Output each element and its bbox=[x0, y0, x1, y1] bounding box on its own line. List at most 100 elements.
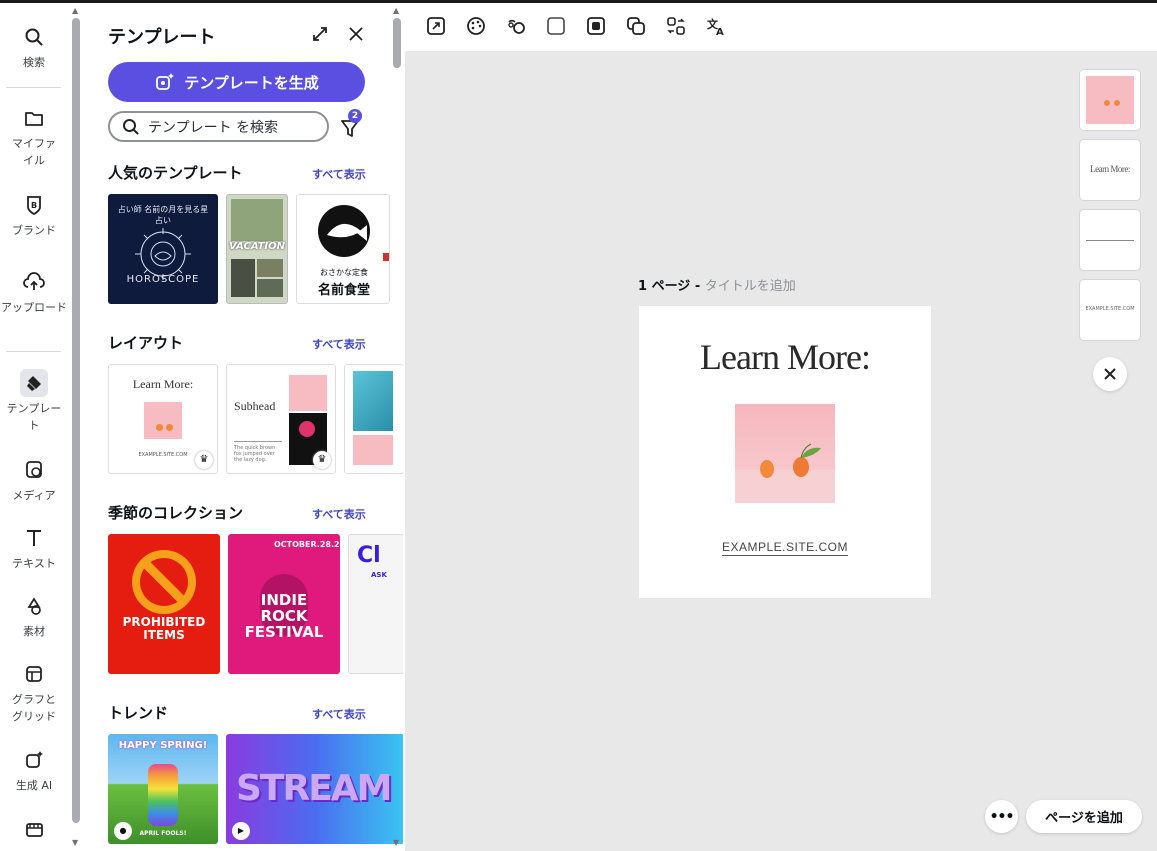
template-thumb-ask[interactable]: Cl ASK bbox=[348, 534, 403, 674]
panel-scroll-down-arrow[interactable]: ▼ bbox=[393, 838, 399, 847]
templates-icon bbox=[20, 369, 48, 397]
horoscope-text: HOROSCOPE bbox=[126, 274, 200, 285]
template-search-input[interactable]: テンプレート を検索 bbox=[108, 111, 329, 142]
peach-photo bbox=[353, 435, 393, 465]
rail-media-label: メディア bbox=[12, 489, 56, 502]
search-placeholder: テンプレート を検索 bbox=[148, 119, 279, 136]
fish-logo bbox=[318, 205, 370, 257]
template-thumb-spring[interactable]: HAPPY SPRING! APRIL FOOLS! ● bbox=[108, 734, 218, 844]
left-rail: 検索 マイファイル B ブランド アップロード テンプレート メディア テキスト… bbox=[0, 3, 68, 851]
video-icon bbox=[26, 823, 43, 837]
panel-scroll-up-arrow[interactable]: ▲ bbox=[393, 6, 399, 15]
restaurant-sub-text: おさかな定食 bbox=[320, 268, 368, 277]
svg-text:B: B bbox=[31, 201, 37, 210]
rail-templates[interactable]: テンプレート bbox=[0, 369, 68, 434]
see-all-trend-link[interactable]: すべて表示 bbox=[312, 706, 366, 722]
templates-panel: テンプレート テンプレートを生成 テンプレート を検索 2 人気のテンプレート … bbox=[90, 3, 403, 851]
design-canvas: 1 ページ - タイトルを追加 Learn More: EXAMPLE.SITE… bbox=[405, 51, 1157, 851]
duplicate-icon[interactable] bbox=[625, 15, 647, 37]
add-page-button[interactable]: ページを追加 bbox=[1026, 800, 1142, 833]
ask-text: ASK bbox=[371, 571, 387, 579]
layout1-photo bbox=[144, 402, 182, 439]
rail-scrollbar[interactable] bbox=[72, 18, 80, 823]
rail-text[interactable]: テキスト bbox=[0, 524, 68, 572]
template-thumb-horoscope[interactable]: 占い師 名前の月を見る星占い HOROSCOPE bbox=[108, 194, 218, 304]
layout-thumb-learn-more[interactable]: Learn More: EXAMPLE.SITE.COM ♛ bbox=[108, 364, 218, 474]
rail-graphs[interactable]: グラフとグリッド bbox=[0, 660, 68, 725]
page-thumbnail-2[interactable]: Learn More: bbox=[1079, 139, 1141, 201]
thumbnail-url: EXAMPLE.SITE.COM bbox=[1085, 306, 1135, 312]
rail-search[interactable]: 検索 bbox=[0, 23, 68, 71]
panel-title: テンプレート bbox=[108, 27, 216, 48]
section-popular-title: 人気のテンプレート bbox=[108, 164, 243, 182]
peach-photo[interactable] bbox=[735, 404, 835, 503]
rail-elements-label: 素材 bbox=[23, 625, 45, 638]
translate-icon[interactable]: 文A bbox=[705, 15, 727, 37]
expand-button[interactable] bbox=[308, 22, 332, 46]
rail-myfiles[interactable]: マイファイル bbox=[0, 104, 68, 169]
rail-divider bbox=[6, 87, 61, 88]
website-url-text[interactable]: EXAMPLE.SITE.COM bbox=[639, 540, 931, 556]
rail-brand[interactable]: B ブランド bbox=[0, 191, 68, 239]
close-thumbnails-button[interactable] bbox=[1093, 357, 1127, 391]
rail-templates-label: テンプレート bbox=[6, 402, 62, 432]
red-stamp bbox=[383, 253, 389, 261]
template-thumb-indie-rock[interactable]: OCTOBER.28.2090 INDIE ROCK FESTIVAL bbox=[228, 534, 340, 674]
palette-icon[interactable] bbox=[465, 15, 487, 37]
svg-text:A: A bbox=[716, 27, 724, 37]
learn-more-heading[interactable]: Learn More: bbox=[639, 336, 931, 378]
see-all-layout-link[interactable]: すべて表示 bbox=[312, 336, 366, 352]
premium-crown-icon: ♛ bbox=[195, 451, 213, 469]
page-thumbnail-3[interactable] bbox=[1079, 209, 1141, 271]
vacation-photo bbox=[257, 279, 283, 297]
close-panel-button[interactable] bbox=[344, 22, 368, 46]
layout2-title: Subhead bbox=[234, 399, 276, 413]
rainbow-character bbox=[148, 764, 178, 826]
design-page[interactable]: Learn More: EXAMPLE.SITE.COM bbox=[639, 306, 931, 598]
rail-ai-label: 生成 AI bbox=[15, 779, 53, 792]
see-all-seasonal-link[interactable]: すべて表示 bbox=[312, 506, 366, 522]
template-thumb-restaurant[interactable]: おさかな定食 名前食堂 bbox=[296, 194, 390, 304]
brand-icon: B bbox=[27, 196, 41, 216]
rail-upload-label: アップロード bbox=[1, 301, 67, 314]
rail-scroll-up-arrow[interactable]: ▲ bbox=[72, 6, 78, 15]
more-options-button[interactable]: ••• bbox=[985, 800, 1018, 833]
page-thumbnail-1[interactable] bbox=[1079, 69, 1141, 131]
layout1-title: Learn More: bbox=[132, 377, 194, 391]
template-thumb-stream[interactable]: STREAM ▶ bbox=[226, 734, 403, 844]
swap-icon[interactable] bbox=[665, 15, 687, 37]
resize-icon[interactable] bbox=[425, 15, 447, 37]
magic-ai-icon bbox=[156, 73, 175, 90]
rail-elements[interactable]: 素材 bbox=[0, 592, 68, 640]
add-page-title-input[interactable]: タイトルを追加 bbox=[705, 279, 796, 294]
template-thumb-vacation[interactable]: VACATION bbox=[226, 194, 288, 304]
border-icon[interactable] bbox=[545, 15, 567, 37]
prohibited-sign-icon bbox=[132, 550, 196, 614]
folder-icon bbox=[25, 112, 43, 126]
play-icon: ▶ bbox=[232, 822, 250, 840]
layout-thumb-subhead[interactable]: Subhead The quick brown fox jumped over … bbox=[226, 364, 336, 474]
see-all-popular-link[interactable]: すべて表示 bbox=[312, 166, 366, 182]
animation-icon: ● bbox=[114, 822, 132, 840]
section-layout-title: レイアウト bbox=[108, 334, 184, 352]
crop-icon[interactable] bbox=[585, 15, 607, 37]
rail-ai[interactable]: 生成 AI bbox=[0, 746, 68, 794]
rail-divider bbox=[6, 351, 61, 352]
rail-scroll-down-arrow[interactable]: ▼ bbox=[72, 838, 78, 847]
close-icon bbox=[1104, 368, 1116, 380]
more-dots-icon: ••• bbox=[989, 808, 1015, 825]
animate-icon[interactable] bbox=[505, 15, 527, 37]
template-thumb-prohibited[interactable]: PROHIBITED ITEMS bbox=[108, 534, 220, 674]
rail-search-label: 検索 bbox=[23, 56, 45, 69]
page-thumbnail-4[interactable]: EXAMPLE.SITE.COM bbox=[1079, 279, 1141, 341]
generate-template-label: テンプレートを生成 bbox=[184, 73, 319, 92]
panel-scrollbar[interactable] bbox=[393, 18, 401, 68]
section-seasonal-title: 季節のコレクション bbox=[108, 504, 244, 522]
layout-thumb-ocean[interactable] bbox=[344, 364, 403, 474]
rail-more[interactable] bbox=[0, 815, 68, 846]
generate-template-button[interactable]: テンプレートを生成 bbox=[108, 62, 365, 102]
vacation-photo bbox=[231, 199, 283, 241]
rail-upload[interactable]: アップロード bbox=[0, 268, 68, 316]
rail-media[interactable]: メディア bbox=[0, 456, 68, 504]
thumbnail-line bbox=[1086, 240, 1134, 241]
